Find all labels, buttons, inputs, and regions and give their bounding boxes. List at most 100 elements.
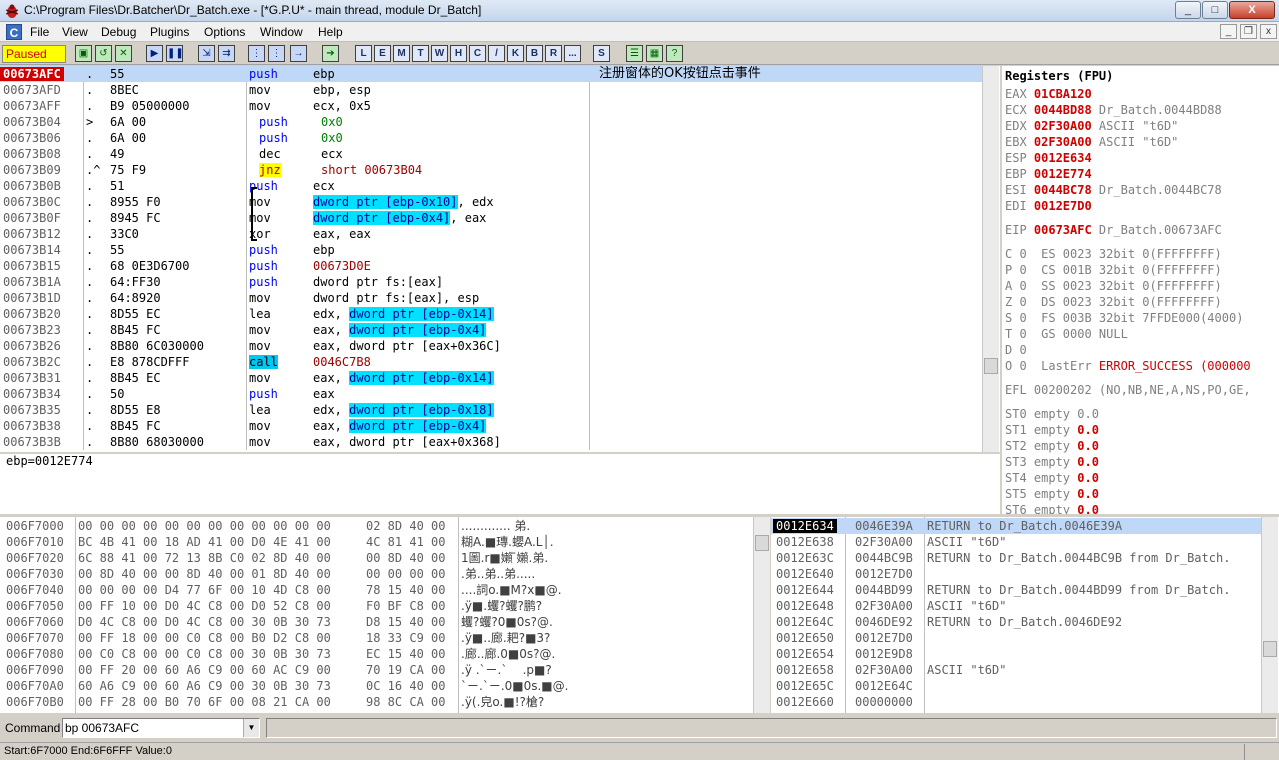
stack-row[interactable]: 0012E644 0044BD99 RETURN to Dr_Batch.0044B… <box>771 582 1261 598</box>
menu-window[interactable]: Window <box>260 25 303 39</box>
close-button[interactable]: X <box>1229 1 1275 19</box>
disasm-row[interactable]: 00673B31. 8B45 EC mov eax, dword ptr [ebp-0… <box>0 370 982 386</box>
disasm-row[interactable]: 00673AFC. 55 push ebp <box>0 66 982 82</box>
register-line[interactable]: EDI 0012E7D0 <box>1005 199 1092 213</box>
menu-plugins[interactable]: Plugins <box>150 25 189 39</box>
register-line[interactable]: EBP 0012E774 <box>1005 167 1092 181</box>
disasm-row[interactable]: 00673B1D. 64:8920 mov dword ptr fs:[eax], e… <box>0 290 982 306</box>
mdi-close-button[interactable]: x <box>1260 24 1277 39</box>
fpu-line[interactable]: ST3 empty 0.0 <box>1005 455 1099 469</box>
command-input[interactable]: bp 00673AFC ▼ <box>62 718 260 738</box>
efl-line[interactable]: EFL 00200202 (NO,NB,NE,A,NS,PO,GE, <box>1005 383 1251 397</box>
menu-options[interactable]: Options <box>204 25 245 39</box>
stack-scrollbar[interactable] <box>1261 517 1278 713</box>
list-icon[interactable]: ☰ <box>626 45 643 62</box>
execute-till-return-icon[interactable]: → <box>290 45 307 62</box>
mdi-restore-button[interactable]: ❐ <box>1240 24 1257 39</box>
mdi-minimize-button[interactable]: _ <box>1220 24 1237 39</box>
fpu-line[interactable]: ST2 empty 0.0 <box>1005 439 1099 453</box>
pause-icon[interactable]: ❚❚ <box>166 45 183 62</box>
source-button[interactable]: S <box>593 45 610 62</box>
fpu-line[interactable]: ST0 empty 0.0 <box>1005 407 1099 421</box>
run-icon[interactable]: ▶ <box>146 45 163 62</box>
disasm-row[interactable]: 00673B12. 33C0 xor eax, eax <box>0 226 982 242</box>
disasm-row[interactable]: 00673AFF. B9 05000000 mov ecx, 0x5 <box>0 98 982 114</box>
fpu-line[interactable]: ST1 empty 0.0 <box>1005 423 1099 437</box>
fpu-line[interactable]: ST6 empty 0.0 <box>1005 503 1099 514</box>
trace-into-icon[interactable]: ⋮ <box>248 45 265 62</box>
disasm-row[interactable]: 00673B3B. 8B80 68030000 mov eax, dword ptr … <box>0 434 982 450</box>
cpu-window-icon[interactable]: C <box>6 24 22 40</box>
patches-button[interactable]: / <box>488 45 505 62</box>
stack-row[interactable]: 0012E65C 0012E64C <box>771 678 1261 694</box>
memory-map-button[interactable]: M <box>393 45 410 62</box>
minimize-button[interactable]: _ <box>1175 1 1201 19</box>
menu-debug[interactable]: Debug <box>101 25 136 39</box>
stack-row[interactable]: 0012E640 0012E7D0 <box>771 566 1261 582</box>
menu-view[interactable]: View <box>62 25 88 39</box>
stack-row[interactable]: 0012E654 0012E9D8 <box>771 646 1261 662</box>
help-icon[interactable]: ? <box>666 45 683 62</box>
dump-scrollbar[interactable] <box>753 517 770 713</box>
disassembly-pane[interactable]: 00673AFC. 55 push ebp 00673AFD. 8BEC mov ebp, e… <box>0 66 1000 452</box>
register-line[interactable]: EIP 00673AFC Dr_Batch.00673AFC <box>1005 223 1222 237</box>
menu-help[interactable]: Help <box>318 25 343 39</box>
fpu-line[interactable]: ST4 empty 0.0 <box>1005 471 1099 485</box>
disassembly-scrollbar[interactable] <box>982 66 999 452</box>
stack-row[interactable]: 0012E658 02F30A00 ASCII "t6D" <box>771 662 1261 678</box>
flag-line[interactable]: C 0 ES 0023 32bit 0(FFFFFFFF) <box>1005 247 1222 261</box>
flag-line[interactable]: S 0 FS 003B 32bit 7FFDE000(4000) <box>1005 311 1243 325</box>
go-to-icon[interactable]: ➔ <box>322 45 339 62</box>
disasm-row[interactable]: 00673B2C. E8 878CDFFF call 0046C7B8 <box>0 354 982 370</box>
stack-row[interactable]: 0012E634 0046E39A RETURN to Dr_Batch.0046E… <box>771 518 1261 534</box>
disasm-row[interactable]: 00673B04 >6A 00 push 0x0 <box>0 114 982 130</box>
disasm-row[interactable]: 00673B0C. 8955 F0 mov dword ptr [ebp-0x10],… <box>0 194 982 210</box>
threads-button[interactable]: T <box>412 45 429 62</box>
flag-line[interactable]: A 0 SS 0023 32bit 0(FFFFFFFF) <box>1005 279 1222 293</box>
flag-line[interactable]: D 0 <box>1005 343 1027 357</box>
register-line[interactable]: ESI 0044BC78 Dr_Batch.0044BC78 <box>1005 183 1222 197</box>
register-line[interactable]: ECX 0044BD88 Dr_Batch.0044BD88 <box>1005 103 1222 117</box>
disasm-row[interactable]: 00673B35. 8D55 E8 lea edx, dword ptr [ebp-0… <box>0 402 982 418</box>
flag-line[interactable]: P 0 CS 001B 32bit 0(FFFFFFFF) <box>1005 263 1222 277</box>
close-program-icon[interactable]: ✕ <box>115 45 132 62</box>
step-into-icon[interactable]: ⇲ <box>198 45 215 62</box>
disasm-row[interactable]: 00673AFD. 8BEC mov ebp, esp <box>0 82 982 98</box>
disasm-row[interactable]: 00673B15. 68 0E3D6700 push 00673D0E <box>0 258 982 274</box>
handles-button[interactable]: H <box>450 45 467 62</box>
disasm-row[interactable]: 00673B08. 49 dec ecx <box>0 146 982 162</box>
stack-row[interactable]: 0012E660 00000000 <box>771 694 1261 710</box>
restart-icon[interactable]: ↺ <box>95 45 112 62</box>
register-line[interactable]: EBX 02F30A00 ASCII "t6D" <box>1005 135 1178 149</box>
disasm-row[interactable]: 00673B23. 8B45 FC mov eax, dword ptr [ebp-0… <box>0 322 982 338</box>
fpu-line[interactable]: ST5 empty 0.0 <box>1005 487 1099 501</box>
disasm-row[interactable]: 00673B0F. 8945 FC mov dword ptr [ebp-0x4], … <box>0 210 982 226</box>
disasm-row[interactable]: 00673B0B. 51 push ecx <box>0 178 982 194</box>
disasm-row[interactable]: 00673B20. 8D55 EC lea edx, dword ptr [ebp-0… <box>0 306 982 322</box>
run-trace-button[interactable]: ... <box>564 45 581 62</box>
register-line[interactable]: EAX 01CBA120 <box>1005 87 1092 101</box>
stack-row[interactable]: 0012E64C 0046DE92 RETURN to Dr_Batch.0046D… <box>771 614 1261 630</box>
disasm-row[interactable]: 00673B06. 6A 00 push 0x0 <box>0 130 982 146</box>
stack-row[interactable]: 0012E650 0012E7D0 <box>771 630 1261 646</box>
call-stack-button[interactable]: K <box>507 45 524 62</box>
register-line[interactable]: EDX 02F30A00 ASCII "t6D" <box>1005 119 1178 133</box>
disasm-row[interactable]: 00673B09 .^ 75 F9 jnz short 00673B04 <box>0 162 982 178</box>
disasm-row[interactable]: 00673B34. 50 push eax <box>0 386 982 402</box>
grid-icon[interactable]: ▦ <box>646 45 663 62</box>
flag-line[interactable]: T 0 GS 0000 NULL <box>1005 327 1128 341</box>
command-dropdown-icon[interactable]: ▼ <box>243 719 259 737</box>
registers-pane[interactable]: Registers (FPU) EAX 01CBA120 ECX 0044BD88 … <box>1002 66 1279 514</box>
log-window-button[interactable]: L <box>355 45 372 62</box>
executables-button[interactable]: E <box>374 45 391 62</box>
disasm-row[interactable]: 00673B38. 8B45 FC mov eax, dword ptr [ebp-0… <box>0 418 982 434</box>
disasm-row[interactable]: 00673B1A. 64:FF30 push dword ptr fs:[eax] <box>0 274 982 290</box>
maximize-button[interactable]: □ <box>1202 1 1228 19</box>
trace-over-icon[interactable]: ⋮ <box>268 45 285 62</box>
stack-row[interactable]: 0012E638 02F30A00 ASCII "t6D" <box>771 534 1261 550</box>
register-line[interactable]: ESP 0012E634 <box>1005 151 1092 165</box>
stack-row[interactable]: 0012E648 02F30A00 ASCII "t6D" <box>771 598 1261 614</box>
breakpoints-button[interactable]: B <box>526 45 543 62</box>
menu-file[interactable]: File <box>30 25 49 39</box>
stack-pane[interactable]: 0012E634 0046E39A RETURN to Dr_Batch.0046E… <box>771 517 1279 713</box>
